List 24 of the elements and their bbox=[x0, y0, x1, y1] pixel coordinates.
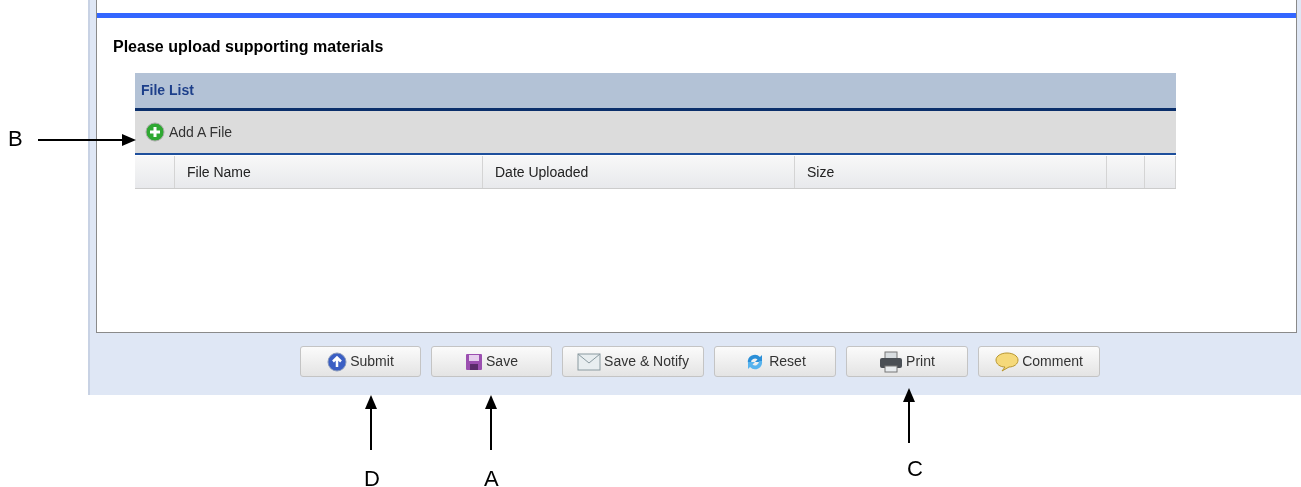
speech-bubble-icon bbox=[995, 351, 1020, 372]
save-notify-button[interactable]: Save & Notify bbox=[562, 346, 704, 377]
callout-arrow bbox=[364, 395, 378, 450]
submit-button[interactable]: Submit bbox=[300, 346, 421, 377]
comment-button[interactable]: Comment bbox=[978, 346, 1100, 377]
up-arrow-circle-icon bbox=[327, 351, 348, 372]
callout-label: D bbox=[364, 465, 380, 487]
add-file-button[interactable]: Add A File bbox=[145, 121, 233, 143]
callout-arrow bbox=[484, 395, 498, 450]
plus-circle-icon bbox=[145, 122, 165, 142]
print-button[interactable]: Print bbox=[846, 346, 968, 377]
callout-label: C bbox=[907, 455, 923, 483]
reset-button[interactable]: Reset bbox=[714, 346, 836, 377]
column-header: Date Uploaded bbox=[483, 156, 795, 188]
printer-icon bbox=[879, 350, 904, 373]
envelope-icon bbox=[577, 352, 602, 371]
callout-label: B bbox=[8, 125, 23, 153]
column-header: Size bbox=[795, 156, 1107, 188]
save-button[interactable]: Save bbox=[431, 346, 552, 377]
callout-arrow bbox=[902, 388, 916, 443]
callout-label: A bbox=[484, 465, 499, 487]
file-list-title: File List bbox=[141, 81, 194, 100]
column-header: File Name bbox=[175, 156, 483, 188]
section-heading: Please upload supporting materials bbox=[113, 37, 385, 57]
